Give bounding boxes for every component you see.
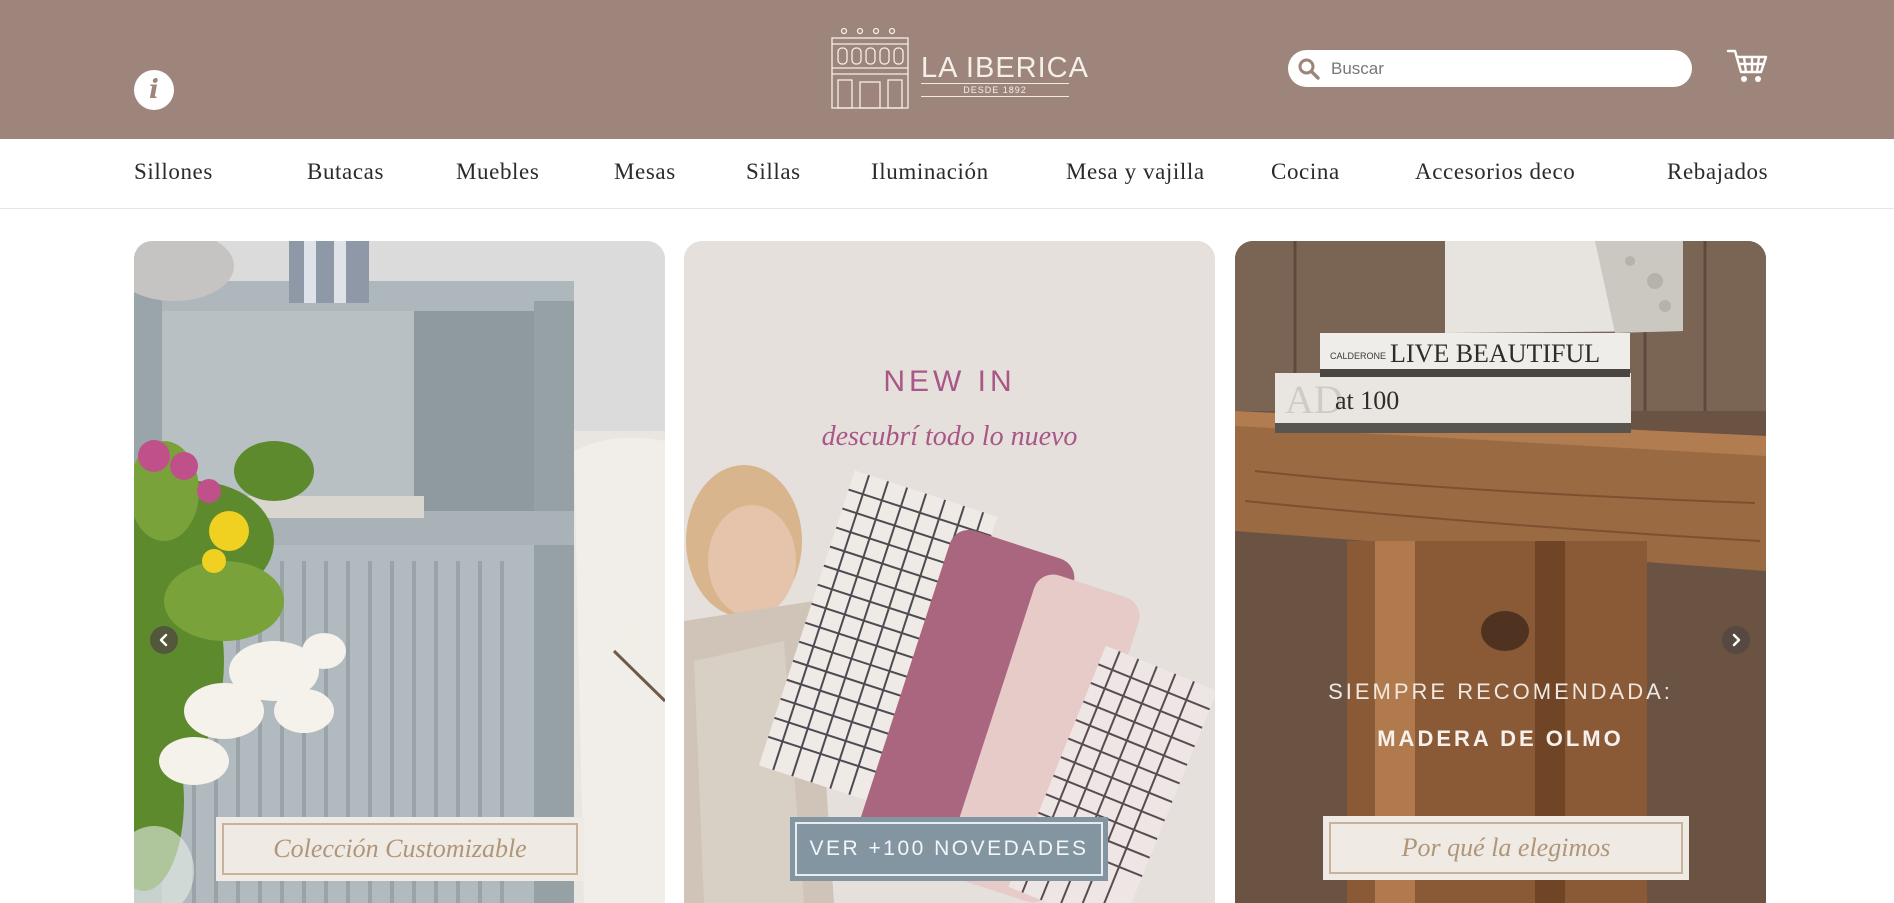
nav-item-mesa-y-vajilla[interactable]: Mesa y vajilla xyxy=(1066,159,1205,185)
promo-card-new-in[interactable]: NEW IN descubrí todo lo nuevo VER +100 N… xyxy=(684,241,1215,903)
info-button[interactable]: i xyxy=(134,70,174,110)
nav-item-muebles[interactable]: Muebles xyxy=(456,159,539,185)
wood-table-image: CALDERONE LIVE BEAUTIFUL AD at 100 xyxy=(1235,241,1766,903)
chevron-right-icon xyxy=(1732,633,1741,647)
siempre-recomendada-text: SIEMPRE RECOMENDADA: xyxy=(1328,679,1673,704)
nav-item-sillones[interactable]: Sillones xyxy=(134,159,213,185)
nav-item-cocina[interactable]: Cocina xyxy=(1271,159,1340,185)
main-nav: Sillones Butacas Muebles Mesas Sillas Il… xyxy=(0,139,1894,209)
new-in-title: NEW IN xyxy=(883,365,1016,398)
promo-card-madera-olmo[interactable]: CALDERONE LIVE BEAUTIFUL AD at 100 SIEMP… xyxy=(1235,241,1766,903)
nav-item-accesorios-deco[interactable]: Accesorios deco xyxy=(1415,159,1575,185)
carousel-next-button[interactable] xyxy=(1722,626,1750,654)
por-que-la-elegimos-button[interactable]: Por qué la elegimos xyxy=(1323,816,1689,880)
brand-tagline: DESDE 1892 xyxy=(921,83,1069,97)
cart-icon[interactable] xyxy=(1726,48,1768,86)
promo-card-customizable[interactable]: Colección Customizable xyxy=(134,241,665,903)
search-input[interactable] xyxy=(1331,54,1681,83)
site-header: i LA IBERICA DESDE 1892 xyxy=(0,0,1894,139)
coleccion-customizable-label: Colección Customizable xyxy=(273,834,527,863)
nav-item-rebajados[interactable]: Rebajados xyxy=(1667,159,1768,185)
info-icon: i xyxy=(149,75,159,105)
nav-item-butacas[interactable]: Butacas xyxy=(307,159,384,185)
madera-de-olmo-text: MADERA DE OLMO xyxy=(1377,726,1624,751)
nav-item-sillas[interactable]: Sillas xyxy=(746,159,801,185)
brand-name[interactable]: LA IBERICA xyxy=(921,52,1089,85)
search-bar xyxy=(1288,50,1692,87)
nav-item-mesas[interactable]: Mesas xyxy=(614,159,676,185)
chevron-left-icon xyxy=(159,633,168,647)
nav-item-iluminacion[interactable]: Iluminación xyxy=(871,159,989,185)
carousel-prev-button[interactable] xyxy=(150,626,178,654)
por-que-la-elegimos-label: Por qué la elegimos xyxy=(1401,833,1611,862)
pillows-image xyxy=(684,241,1215,903)
ver-novedades-button[interactable]: VER +100 NOVEDADES xyxy=(790,817,1108,881)
book2-title: at 100 xyxy=(1335,386,1399,415)
book1-brand: CALDERONE xyxy=(1330,351,1386,361)
ver-novedades-label: VER +100 NOVEDADES xyxy=(809,837,1089,860)
coleccion-customizable-button[interactable]: Colección Customizable xyxy=(216,817,584,881)
book1-title: LIVE BEAUTIFUL xyxy=(1390,339,1600,368)
search-icon[interactable] xyxy=(1297,57,1321,81)
furniture-image xyxy=(134,241,665,903)
new-in-subtitle: descubrí todo lo nuevo xyxy=(821,421,1078,452)
